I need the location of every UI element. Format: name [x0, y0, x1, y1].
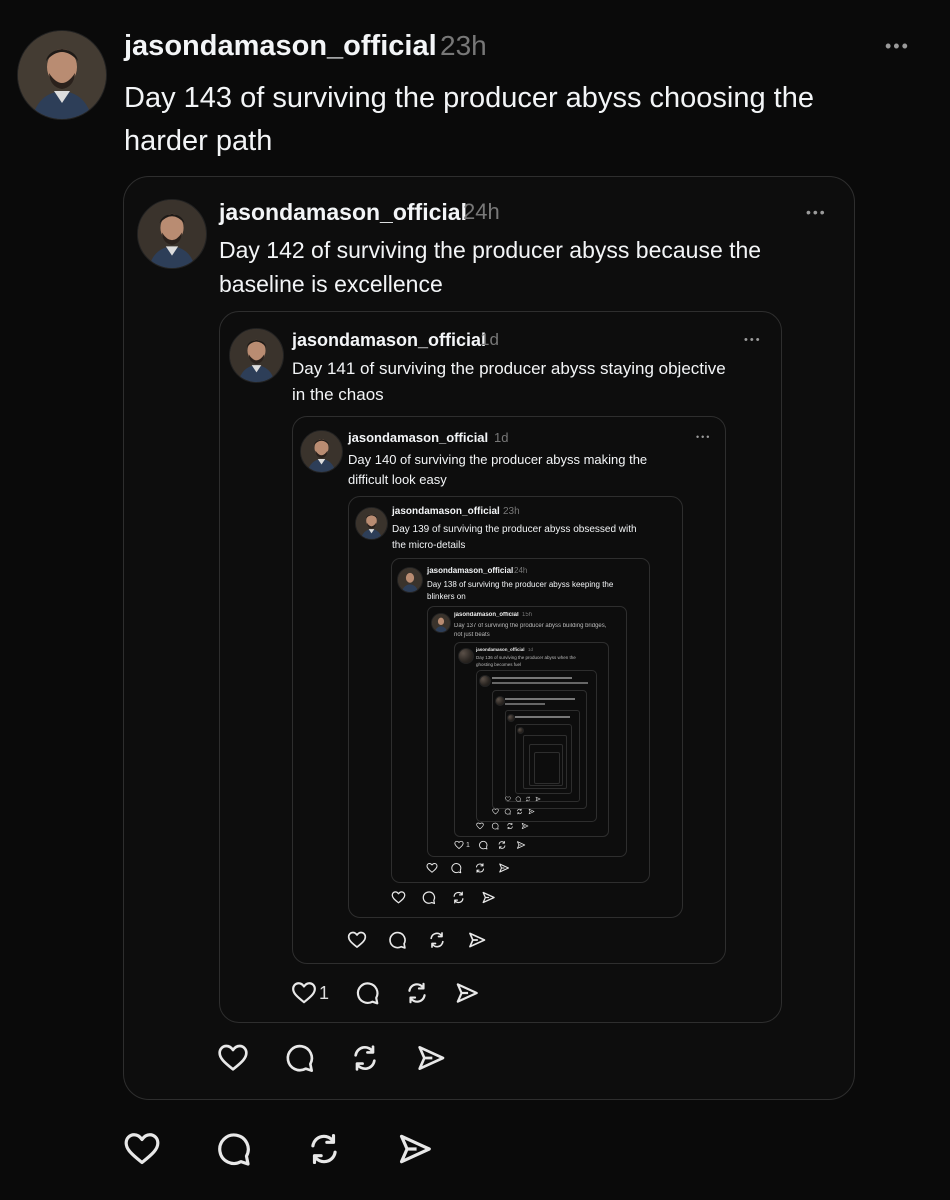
heart-icon[interactable]	[476, 822, 484, 830]
share-icon[interactable]	[454, 980, 480, 1006]
repost-icon[interactable]	[404, 980, 430, 1006]
more-icon[interactable]: •••	[744, 334, 762, 346]
post-text-line2: blinkers on	[427, 592, 466, 601]
post-text-line2: difficult look easy	[348, 472, 447, 487]
comment-icon[interactable]	[478, 840, 488, 850]
more-icon[interactable]: •••	[885, 36, 910, 57]
avatar	[507, 714, 515, 722]
heart-icon[interactable]	[426, 862, 438, 874]
heart-icon[interactable]	[391, 890, 406, 905]
avatar	[495, 696, 505, 706]
post-text-placeholder	[515, 716, 570, 718]
heart-icon[interactable]	[505, 796, 511, 802]
post-text-line2: in the chaos	[292, 385, 384, 404]
comment-icon[interactable]	[504, 808, 511, 815]
repost-icon[interactable]	[474, 862, 486, 874]
avatar	[479, 675, 491, 687]
heart-icon[interactable]	[217, 1042, 249, 1074]
username[interactable]: jasondamason_official	[476, 647, 525, 652]
heart-icon[interactable]: 1	[454, 840, 470, 850]
quoted-post-card	[534, 752, 560, 784]
post-text-line1: Day 143 of surviving the producer abyss …	[124, 82, 814, 114]
repost-icon[interactable]	[525, 796, 531, 802]
post-text-line1: Day 137 of surviving the producer abyss …	[454, 623, 607, 629]
repost-icon[interactable]	[497, 840, 507, 850]
share-icon[interactable]	[467, 930, 487, 950]
username[interactable]: jasondamason_official	[454, 612, 519, 618]
timestamp: 23h	[440, 30, 487, 61]
post-text-line1: Day 139 of surviving the producer abyss …	[392, 524, 637, 535]
avatar[interactable]	[229, 328, 284, 383]
timestamp: 24h	[463, 199, 500, 224]
comment-icon[interactable]	[283, 1042, 315, 1074]
avatar[interactable]	[17, 30, 107, 120]
username[interactable]: jasondamason_official	[392, 506, 500, 517]
comment-icon[interactable]	[214, 1130, 252, 1168]
post-text-line1: Day 140 of surviving the producer abyss …	[348, 452, 648, 467]
share-icon[interactable]	[521, 822, 529, 830]
post-text-placeholder	[492, 682, 588, 684]
repost-icon[interactable]	[349, 1042, 381, 1074]
like-count: 1	[319, 982, 330, 1003]
post-text-line1: Day 141 of surviving the producer abyss …	[292, 359, 726, 378]
share-icon[interactable]	[535, 796, 541, 802]
timestamp: 23h	[503, 506, 520, 517]
username[interactable]: jasondamason_official	[124, 30, 437, 63]
more-icon[interactable]: •••	[696, 432, 711, 442]
avatar	[517, 727, 524, 734]
heart-icon[interactable]	[492, 808, 499, 815]
avatar[interactable]	[431, 613, 451, 633]
post-text-line2: harder path	[124, 125, 273, 157]
timestamp: 15h	[522, 612, 533, 618]
username[interactable]: jasondamason_official	[219, 199, 467, 226]
post-text-line2: not just beats	[454, 632, 490, 638]
like-count: 1	[466, 841, 470, 849]
share-icon[interactable]	[481, 890, 496, 905]
post-text-line1: Day 136 of surviving the producer abyss …	[476, 655, 576, 660]
share-icon[interactable]	[415, 1042, 447, 1074]
repost-icon[interactable]	[506, 822, 514, 830]
more-icon[interactable]: •••	[806, 204, 827, 220]
avatar[interactable]	[137, 199, 207, 269]
timestamp: 24h	[514, 566, 528, 575]
repost-icon[interactable]	[516, 808, 523, 815]
avatar[interactable]	[300, 430, 343, 473]
post-text-line2: ghosting becomes fuel	[476, 662, 522, 667]
post-text-line1: Day 138 of surviving the producer abyss …	[427, 580, 614, 589]
post-text-placeholder	[492, 677, 572, 679]
post-text-placeholder	[505, 698, 575, 700]
share-icon[interactable]	[396, 1130, 434, 1168]
heart-icon[interactable]	[123, 1130, 161, 1168]
post-text-placeholder	[505, 703, 545, 705]
timestamp: 1d	[480, 330, 499, 349]
comment-icon[interactable]	[450, 862, 462, 874]
share-icon[interactable]	[498, 862, 510, 874]
comment-icon[interactable]	[421, 890, 436, 905]
username[interactable]: jasondamason_official	[348, 430, 488, 445]
share-icon[interactable]	[516, 840, 526, 850]
post-text-line2: baseline is excellence	[219, 271, 443, 297]
comment-icon[interactable]	[491, 822, 499, 830]
username[interactable]: jasondamason_official	[427, 566, 513, 575]
heart-icon[interactable]: 1	[291, 980, 329, 1006]
post-text-line2: the micro-details	[392, 540, 466, 551]
avatar[interactable]	[458, 648, 474, 664]
timestamp: 1d	[528, 647, 534, 652]
comment-icon[interactable]	[354, 980, 380, 1006]
heart-icon[interactable]	[347, 930, 367, 950]
timestamp: 1d	[494, 430, 509, 445]
avatar[interactable]	[355, 507, 388, 540]
post-text-line1: Day 142 of surviving the producer abyss …	[219, 237, 762, 263]
repost-icon[interactable]	[451, 890, 466, 905]
comment-icon[interactable]	[387, 930, 407, 950]
share-icon[interactable]	[528, 808, 535, 815]
comment-icon[interactable]	[515, 796, 521, 802]
repost-icon[interactable]	[305, 1130, 343, 1168]
avatar[interactable]	[397, 567, 423, 593]
post-day-143: jasondamason_official 23h ••• Day 143 of…	[0, 0, 950, 1200]
username[interactable]: jasondamason_official	[292, 330, 486, 351]
repost-icon[interactable]	[427, 930, 447, 950]
